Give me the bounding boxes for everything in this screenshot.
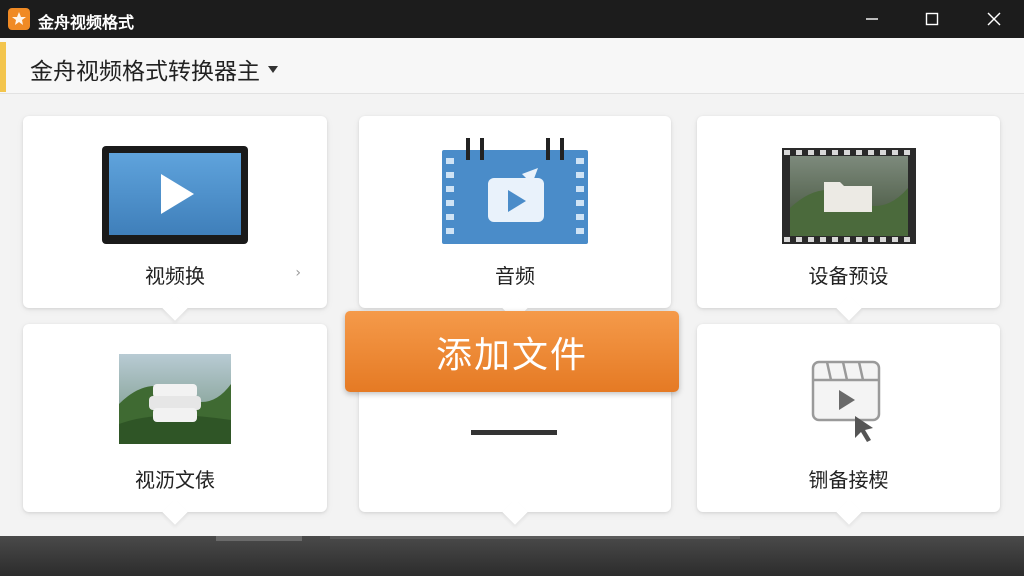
landscape-folder-icon [782,148,916,244]
monitor-play-icon [102,146,248,244]
bottom-tab[interactable] [330,536,740,539]
landscape-layers-icon [119,354,231,444]
window-titlebar: 金舟视频格式 [0,0,1024,38]
card-video-file[interactable]: 视沥文俵 [23,324,327,525]
app-menu-dropdown[interactable]: 金舟视频格式转换器主 [30,52,278,86]
add-file-button[interactable]: 添加文件 [345,311,679,392]
caret-down-icon [268,65,278,73]
header-accent-bar [0,42,6,92]
card-video-convert[interactable]: 视频换 › [23,116,327,321]
film-strip-video-icon [442,138,588,244]
card-device-connect[interactable]: 铏备接楔 [697,324,1000,525]
card-label: 音频 [495,264,535,288]
card-obscured-label [471,430,557,435]
card-notch [162,295,188,321]
card-label: 铏备接楔 [808,468,889,492]
bottom-bar [0,536,1024,576]
card-label: 设备预设 [808,264,889,288]
window-title: 金舟视频格式 [38,13,135,32]
card-label: 视沥文俵 [135,468,215,492]
app-header: 金舟视频格式转换器主 [0,38,1024,94]
app-logo-icon [8,8,30,30]
close-button[interactable] [964,0,1024,38]
bottom-tab[interactable] [216,536,302,541]
minimize-button[interactable] [842,0,902,38]
card-label: 视频换 [145,264,205,288]
maximize-button[interactable] [902,0,962,38]
card-notch [162,499,188,525]
card-device-preset[interactable]: 设备预设 [697,116,1000,321]
chevron-right-icon: › [295,265,301,281]
app-header-title: 金舟视频格式转换器主 [30,59,260,85]
main-window: 金舟视频格式转换器主 视频换 › 音频 设备预设 视沥文俵 铏备接楔 [0,38,1024,536]
card-notch [502,499,528,525]
card-notch [835,499,862,525]
card-audio[interactable]: 音频 [359,116,671,321]
card-notch [835,295,862,321]
film-clip-cursor-icon [809,354,889,446]
